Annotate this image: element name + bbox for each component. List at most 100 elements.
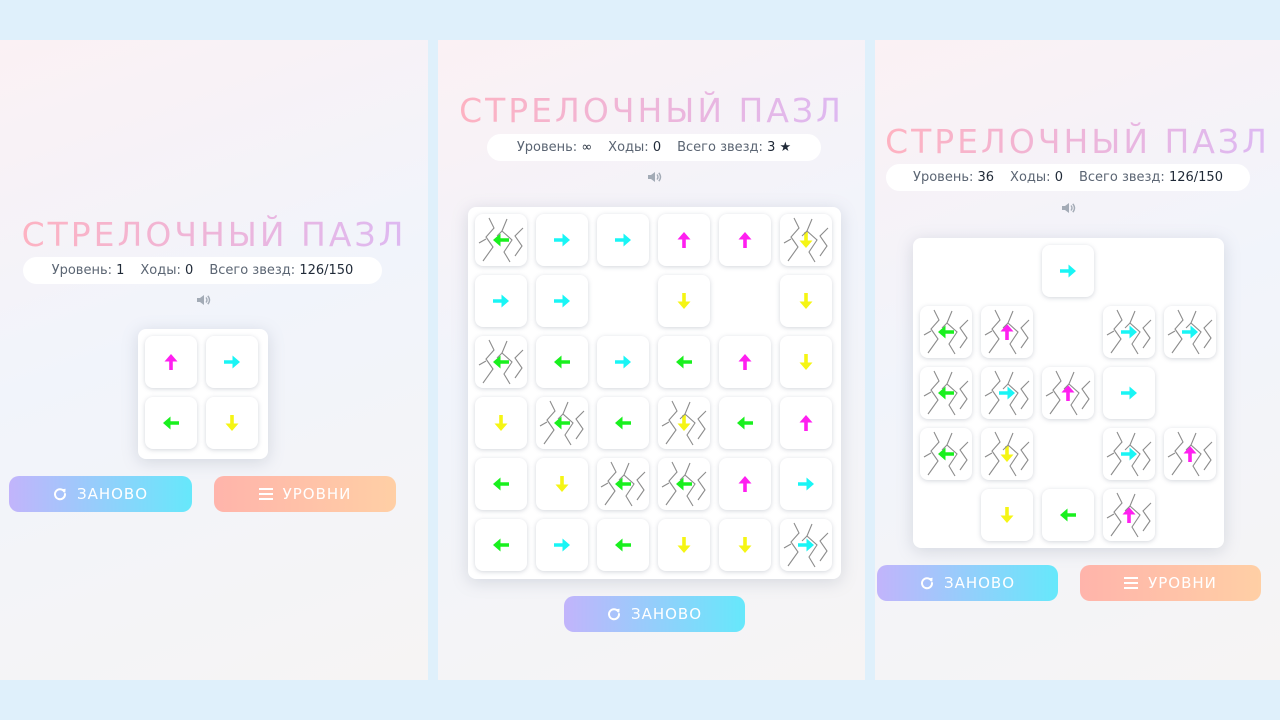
- sound-toggle-icon[interactable]: [644, 167, 664, 187]
- arrow-tile[interactable]: [536, 458, 588, 510]
- restart-button[interactable]: ЗАНОВО: [9, 476, 192, 512]
- arrow-tile[interactable]: [981, 489, 1033, 541]
- arrow-tile[interactable]: [719, 397, 771, 449]
- arrow-tile-cracked[interactable]: [597, 458, 649, 510]
- arrow-tile-cracked[interactable]: [981, 428, 1033, 480]
- arrow-tile-cracked[interactable]: [658, 458, 710, 510]
- arrow-tile[interactable]: [536, 214, 588, 266]
- arrow-tile[interactable]: [1103, 367, 1155, 419]
- arrow-tile[interactable]: [719, 458, 771, 510]
- arrow-tile-cracked[interactable]: [1164, 428, 1216, 480]
- level-label: Уровень:: [913, 170, 974, 185]
- crack-overlay: [1106, 431, 1152, 477]
- arrow-tile[interactable]: [597, 336, 649, 388]
- arrow-tile-cracked[interactable]: [1103, 306, 1155, 358]
- arrow-tile[interactable]: [206, 336, 258, 388]
- arrow-tile[interactable]: [597, 214, 649, 266]
- arrow-up-icon: [738, 476, 752, 492]
- arrow-tile-cracked[interactable]: [780, 519, 832, 571]
- arrow-tile[interactable]: [475, 458, 527, 510]
- arrow-tile[interactable]: [719, 214, 771, 266]
- arrow-down-icon: [225, 415, 239, 431]
- arrow-tile-cracked[interactable]: [1103, 428, 1155, 480]
- arrow-tile[interactable]: [145, 397, 197, 449]
- arrow-tile[interactable]: [536, 519, 588, 571]
- arrow-tile[interactable]: [475, 519, 527, 571]
- arrow-tile-cracked[interactable]: [1164, 306, 1216, 358]
- arrow-tile[interactable]: [658, 275, 710, 327]
- arrow-tile-cracked[interactable]: [1103, 489, 1155, 541]
- stats-bar: Уровень: 1 Ходы: 0 Всего звезд: 126/150: [23, 257, 382, 284]
- arrow-tile-cracked[interactable]: [981, 306, 1033, 358]
- arrow-tile-cracked[interactable]: [920, 428, 972, 480]
- crack-overlay: [478, 217, 524, 263]
- stars-label: Всего звезд:: [677, 140, 763, 155]
- arrow-tile-cracked[interactable]: [780, 214, 832, 266]
- list-icon: [258, 488, 273, 500]
- arrow-tile[interactable]: [658, 214, 710, 266]
- arrow-tile-cracked[interactable]: [475, 336, 527, 388]
- levels-button[interactable]: УРОВНИ: [214, 476, 396, 512]
- arrow-tile[interactable]: [780, 336, 832, 388]
- crack-overlay: [984, 309, 1030, 355]
- arrow-tile-cracked[interactable]: [536, 397, 588, 449]
- arrow-tile[interactable]: [597, 519, 649, 571]
- game-board: [468, 207, 841, 579]
- stats-bar: Уровень: ∞ Ходы: 0 Всего звезд: 3 ★: [487, 134, 821, 161]
- arrow-tile[interactable]: [536, 336, 588, 388]
- arrow-tile[interactable]: [1042, 489, 1094, 541]
- arrow-tile[interactable]: [780, 397, 832, 449]
- restart-button[interactable]: ЗАНОВО: [564, 596, 745, 632]
- stars-value: 126/150: [299, 263, 354, 278]
- arrow-tile-cracked[interactable]: [981, 367, 1033, 419]
- arrow-tile-cracked[interactable]: [658, 397, 710, 449]
- arrow-tile[interactable]: [658, 519, 710, 571]
- arrow-tile[interactable]: [475, 397, 527, 449]
- arrow-left-icon: [493, 538, 509, 552]
- crack-overlay: [539, 400, 585, 446]
- arrow-tile[interactable]: [597, 397, 649, 449]
- arrow-tile[interactable]: [780, 458, 832, 510]
- game-title: СТРЕЛОЧНЫЙ ПАЗЛ: [875, 122, 1280, 161]
- arrow-left-icon: [493, 477, 509, 491]
- arrow-tile-cracked[interactable]: [475, 214, 527, 266]
- arrow-up-icon: [164, 354, 178, 370]
- arrow-tile[interactable]: [719, 519, 771, 571]
- restart-label: ЗАНОВО: [76, 485, 149, 503]
- arrow-up-icon: [738, 232, 752, 248]
- arrow-tile[interactable]: [145, 336, 197, 388]
- sound-toggle-icon[interactable]: [1058, 198, 1078, 218]
- stars-label: Всего звезд:: [209, 263, 296, 278]
- crack-overlay: [783, 522, 829, 568]
- crack-overlay: [1167, 309, 1213, 355]
- arrow-tile[interactable]: [780, 275, 832, 327]
- moves-label: Ходы:: [140, 263, 181, 278]
- crack-overlay: [923, 370, 969, 416]
- arrow-tile[interactable]: [658, 336, 710, 388]
- arrow-tile[interactable]: [719, 336, 771, 388]
- arrow-left-icon: [615, 538, 631, 552]
- stats-bar: Уровень: 36 Ходы: 0 Всего звезд: 126/150: [886, 164, 1250, 191]
- crack-overlay: [783, 217, 829, 263]
- crack-overlay: [923, 431, 969, 477]
- levels-button[interactable]: УРОВНИ: [1080, 565, 1261, 601]
- crack-overlay: [478, 339, 524, 385]
- arrow-tile[interactable]: [1042, 245, 1094, 297]
- crack-overlay: [984, 431, 1030, 477]
- arrow-tile-cracked[interactable]: [1042, 367, 1094, 419]
- arrow-right-icon: [1121, 386, 1137, 400]
- restart-button[interactable]: ЗАНОВО: [877, 565, 1058, 601]
- arrow-right-icon: [554, 294, 570, 308]
- level-stat: Уровень: 1: [52, 263, 125, 278]
- arrow-tile[interactable]: [475, 275, 527, 327]
- arrow-down-icon: [799, 293, 813, 309]
- arrow-tile[interactable]: [206, 397, 258, 449]
- crack-overlay: [1106, 492, 1152, 538]
- arrow-tile[interactable]: [536, 275, 588, 327]
- arrow-tile-cracked[interactable]: [920, 367, 972, 419]
- moves-label: Ходы:: [608, 140, 649, 155]
- sound-toggle-icon[interactable]: [193, 290, 213, 310]
- arrow-tile-cracked[interactable]: [920, 306, 972, 358]
- arrow-left-icon: [737, 416, 753, 430]
- crack-overlay: [984, 370, 1030, 416]
